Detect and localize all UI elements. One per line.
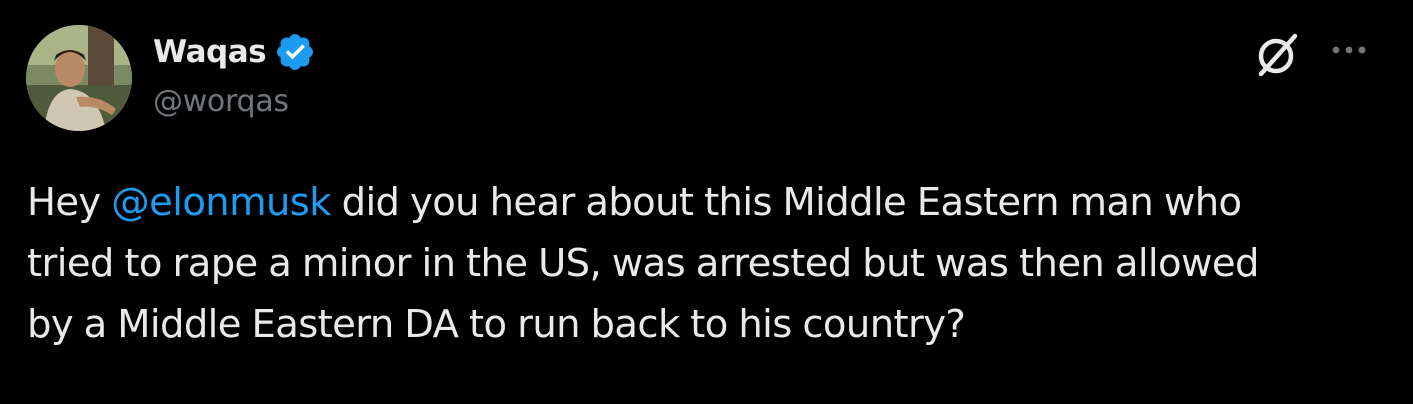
author-name-row: Waqas [153, 28, 316, 76]
tweet-text-line2: tried to rape a minor in the US, was arr… [27, 241, 1259, 286]
more-horizontal-icon[interactable] [1326, 30, 1372, 76]
tweet-text-line3: by a Middle Eastern DA to run back to hi… [27, 302, 966, 347]
tweet-text-line1: did you hear about this Middle Eastern m… [330, 180, 1243, 225]
profile-photo-icon [26, 25, 132, 131]
tweet-text-prefix: Hey [27, 180, 112, 225]
author-handle[interactable]: @worqas [153, 84, 289, 119]
verified-badge-icon[interactable] [274, 31, 316, 73]
mention-link[interactable]: @elonmusk [111, 180, 331, 225]
avatar[interactable] [26, 25, 132, 131]
tweet-text: Hey @elonmusk did you hear about this Mi… [27, 172, 1397, 355]
tweet-card: Waqas @worqas Hey @elonmusk did you hear… [0, 0, 1413, 404]
grok-icon[interactable] [1250, 28, 1304, 82]
display-name[interactable]: Waqas [153, 34, 267, 70]
